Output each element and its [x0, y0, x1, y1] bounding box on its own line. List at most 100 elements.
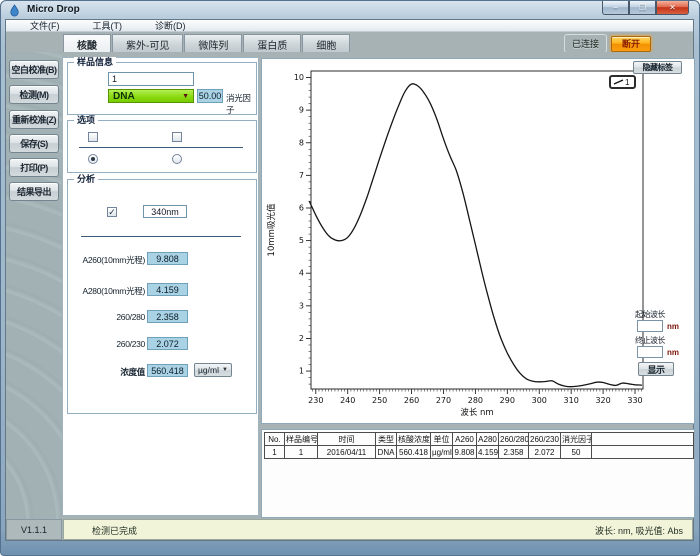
option-radio-2[interactable] [172, 154, 182, 164]
a280-row: A280(10mm光程) 4.159 [63, 283, 258, 297]
analysis-divider [81, 236, 241, 237]
ratio-260-280-row: 260/280 2.358 [63, 310, 258, 324]
legend-line-icon [613, 78, 625, 86]
svg-text:270: 270 [436, 396, 451, 405]
baseline-checkbox[interactable]: ✓ [107, 207, 117, 217]
svg-text:280: 280 [468, 396, 483, 405]
col-header-10: 消光因子 [561, 433, 592, 446]
spectrum-panel: 2302402502602702802903003103203301234567… [261, 58, 695, 424]
tab-cell[interactable]: 细胞 [302, 34, 350, 53]
menu-bar: 文件(F) 工具(T) 诊断(D) [6, 20, 693, 32]
start-wavelength-input[interactable] [637, 320, 663, 332]
chevron-down-icon: ▼ [222, 367, 228, 373]
col-header-2: 时间 [318, 433, 376, 446]
connection-status: 已连接 [564, 34, 607, 53]
sample-type-value: DNA [113, 91, 135, 102]
a280-label: A280(10mm光程) [63, 285, 145, 297]
ratio-260-280-value: 2.358 [147, 310, 188, 323]
cell-0-9: 2.072 [529, 446, 561, 459]
client-frame: 文件(F) 工具(T) 诊断(D) 核酸 紫外-可见 微阵列 蛋白质 细胞 已连… [5, 19, 694, 541]
menu-diagnostics[interactable]: 诊断(D) [143, 19, 198, 32]
svg-text:7: 7 [299, 171, 304, 180]
show-button[interactable]: 显示 [638, 362, 674, 376]
col-header-1: 样品编号 [285, 433, 318, 446]
start-nm-unit: nm [667, 322, 679, 331]
end-wavelength-input[interactable] [637, 346, 663, 358]
svg-text:1: 1 [299, 367, 304, 376]
tab-nucleic-acid[interactable]: 核酸 [63, 34, 111, 54]
svg-text:320: 320 [595, 396, 610, 405]
app-window: Micro Drop – ❐ ✕ 文件(F) 工具(T) 诊断(D) 核酸 紫外… [0, 0, 700, 556]
sample-type-select[interactable]: DNA ▼ [108, 89, 194, 103]
blank-calibration-button[interactable]: 空白校准(B) [9, 60, 59, 79]
hide-labels-button[interactable]: 隐藏标签 [633, 61, 682, 74]
ratio-260-230-value: 2.072 [147, 337, 188, 350]
baseline-wavelength-input[interactable]: 340nm [143, 205, 187, 218]
version-label: V1.1.1 [6, 519, 62, 540]
table-header-row: No.样品编号时间类型核酸浓度单位A260A280260/280260/230消… [265, 433, 694, 446]
options-divider [79, 147, 243, 148]
maximize-icon[interactable]: ❐ [629, 1, 656, 15]
disconnect-button[interactable]: 断开 [611, 36, 651, 52]
window-title: Micro Drop [27, 4, 80, 15]
cell-0-2: 2016/04/11 [318, 446, 376, 459]
table-row[interactable]: 112016/04/11DNA560.418µg/ml9.8084.1592.3… [265, 446, 694, 459]
caption-buttons: – ❐ ✕ [602, 1, 689, 16]
concentration-unit-value: µg/ml [198, 365, 219, 375]
option-checkbox-1[interactable] [88, 132, 98, 142]
cell-0-6: 9.808 [453, 446, 477, 459]
tab-uv-vis[interactable]: 紫外-可见 [112, 34, 183, 53]
chevron-down-icon: ▼ [182, 93, 189, 100]
svg-text:300: 300 [532, 396, 547, 405]
analysis-title: 分析 [74, 174, 98, 184]
recalibrate-button[interactable]: 重新校准(Z) [9, 110, 59, 129]
result-table-panel: No.样品编号时间类型核酸浓度单位A260A280260/280260/230消… [261, 429, 695, 518]
svg-text:9: 9 [299, 106, 304, 115]
a260-row: A260(10mm光程) 9.808 [63, 252, 258, 266]
cell-0-3: DNA [376, 446, 397, 459]
svg-text:6: 6 [299, 203, 304, 212]
tab-microarray[interactable]: 微阵列 [184, 34, 242, 53]
options-title: 选项 [74, 115, 98, 125]
menu-tools[interactable]: 工具(T) [81, 19, 135, 32]
option-radio-1[interactable] [88, 154, 98, 164]
col-header-6: A260 [453, 433, 477, 446]
minimize-icon[interactable]: – [602, 1, 629, 15]
print-button[interactable]: 打印(P) [9, 158, 59, 177]
col-header-9: 260/230 [529, 433, 561, 446]
svg-text:260: 260 [404, 396, 419, 405]
legend-series-label: 1 [625, 78, 629, 87]
svg-text:3: 3 [299, 301, 304, 310]
concentration-unit-select[interactable]: µg/ml ▼ [194, 363, 232, 377]
save-button[interactable]: 保存(S) [9, 134, 59, 153]
spectrum-curve [309, 84, 641, 387]
cell-0-5: µg/ml [431, 446, 453, 459]
export-results-button[interactable]: 结果导出 [9, 182, 59, 201]
svg-text:10: 10 [294, 73, 304, 82]
plot-legend: 1 [609, 75, 636, 89]
end-nm-unit: nm [667, 348, 679, 357]
svg-text:290: 290 [500, 396, 515, 405]
measure-button[interactable]: 检测(M) [9, 85, 59, 104]
status-cursor-readout: 波长: nm, 吸光值: Abs [595, 524, 683, 537]
cell-0-11 [592, 446, 694, 459]
svg-text:330: 330 [627, 396, 642, 405]
col-header-0: No. [265, 433, 285, 446]
status-bar: V1.1.1 检测已完成 波长: nm, 吸光值: Abs [6, 519, 693, 540]
svg-text:230: 230 [308, 396, 323, 405]
cell-0-4: 560.418 [397, 446, 431, 459]
tab-protein[interactable]: 蛋白质 [243, 34, 301, 53]
close-icon[interactable]: ✕ [656, 1, 689, 15]
sample-id-input[interactable]: 1 [108, 72, 194, 86]
col-header-11 [592, 433, 694, 446]
status-message: 检测已完成 [92, 524, 137, 537]
ratio-260-230-row: 260/230 2.072 [63, 337, 258, 351]
menu-file[interactable]: 文件(F) [18, 19, 72, 32]
end-wavelength-label: 终止波长 [635, 335, 665, 346]
a280-value: 4.159 [147, 283, 188, 296]
tab-strip: 核酸 紫外-可见 微阵列 蛋白质 细胞 已连接 断开 [6, 32, 693, 52]
title-bar[interactable]: Micro Drop – ❐ ✕ [1, 1, 699, 19]
concentration-label: 浓度值 [63, 366, 145, 378]
a260-value: 9.808 [147, 252, 188, 265]
option-checkbox-2[interactable] [172, 132, 182, 142]
